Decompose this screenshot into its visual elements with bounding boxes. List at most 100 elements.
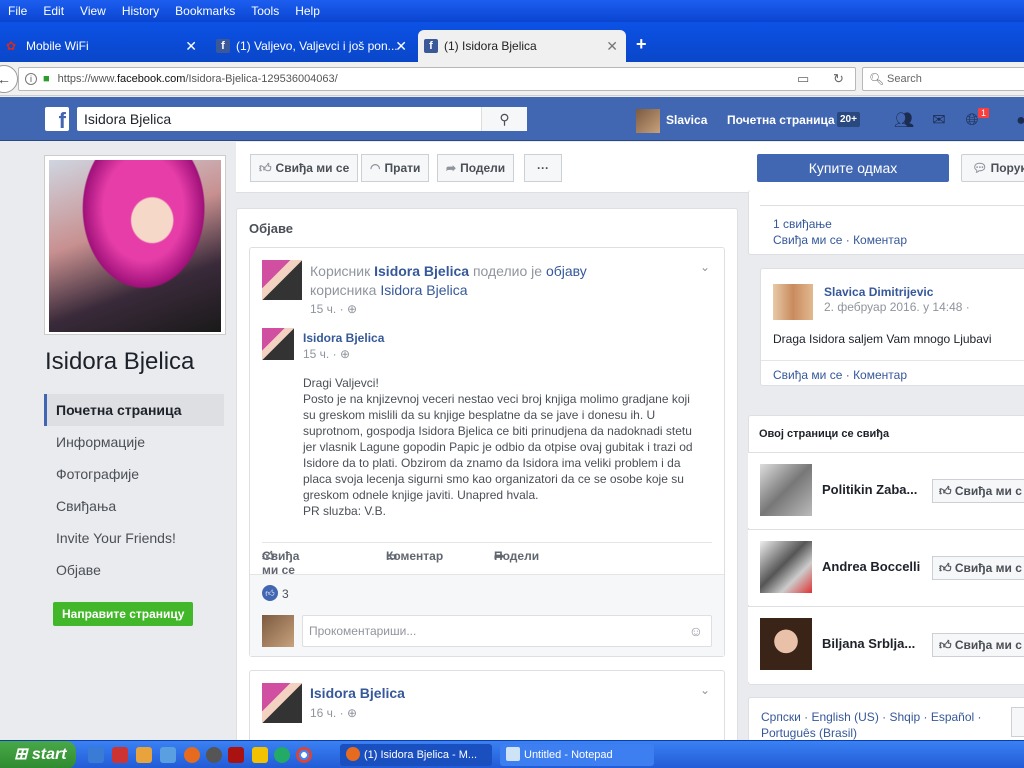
visitor-post-time[interactable]: 2. фебруар 2016. у 14:48 · bbox=[824, 299, 970, 315]
visitor-post-author[interactable]: Slavica Dimitrijevic bbox=[824, 284, 933, 300]
close-icon[interactable]: ✕ bbox=[606, 38, 618, 55]
language-links[interactable]: Српски · English (US) · Shqip · Español … bbox=[761, 709, 982, 725]
nav-posts[interactable]: Објаве bbox=[44, 554, 224, 586]
more-options-button[interactable]: ··· bbox=[524, 154, 562, 182]
taskbar-item-label: Untitled - Notepad bbox=[524, 749, 613, 761]
card-2-like-link[interactable]: Свиђа ми се bbox=[773, 368, 842, 382]
menu-tools[interactable]: Tools bbox=[243, 4, 287, 18]
back-arrow-icon[interactable]: ← bbox=[0, 65, 18, 93]
info-icon[interactable]: i bbox=[25, 73, 37, 85]
inner-post-timestamp[interactable]: 15 ч. · ⊕ bbox=[303, 346, 350, 362]
user-avatar[interactable] bbox=[636, 109, 660, 133]
profile-picture[interactable] bbox=[44, 155, 226, 335]
taskbar-item-firefox[interactable]: (1) Isidora Bjelica - M... bbox=[340, 744, 492, 766]
nav-photos[interactable]: Фотографије bbox=[44, 458, 224, 490]
menu-view[interactable]: View bbox=[72, 4, 114, 18]
nav-about[interactable]: Информације bbox=[44, 426, 224, 458]
menu-help[interactable]: Help bbox=[287, 4, 328, 18]
settings-icon[interactable] bbox=[206, 747, 222, 763]
nav-home[interactable]: Почетна страница bbox=[44, 394, 224, 426]
post-options-chevron-icon[interactable]: ⌄ bbox=[700, 683, 710, 697]
liked-page-name[interactable]: Biljana Srblja... bbox=[822, 636, 915, 651]
card-1-likes-count[interactable]: 1 свиђање bbox=[773, 216, 832, 232]
share-page-button[interactable]: ➦ Подели bbox=[437, 154, 515, 182]
follow-button[interactable]: ◠ Прати bbox=[361, 154, 430, 182]
new-tab-icon[interactable]: + bbox=[636, 34, 647, 55]
nav-invite-friends[interactable]: Invite Your Friends! bbox=[44, 522, 224, 554]
reload-icon[interactable]: ↻ bbox=[833, 71, 844, 87]
share-prefix: Корисник bbox=[310, 263, 375, 279]
post-2-author[interactable]: Isidora Bjelica bbox=[310, 685, 405, 701]
liked-page-thumbnail[interactable] bbox=[760, 618, 812, 670]
liked-page-like-button[interactable]: 👍︎ Свиђа ми с bbox=[932, 633, 1024, 657]
close-icon[interactable]: ✕ bbox=[395, 38, 407, 55]
app-icon[interactable] bbox=[274, 747, 290, 763]
liked-page-like-button[interactable]: 👍︎ Свиђа ми с bbox=[932, 479, 1024, 503]
message-button[interactable]: 💬︎ Порук bbox=[961, 154, 1024, 182]
menu-edit[interactable]: Edit bbox=[35, 4, 72, 18]
card-1-comment-link[interactable]: Коментар bbox=[853, 233, 907, 247]
tab-mobile-wifi[interactable]: ✿ Mobile WiFi ✕ bbox=[0, 30, 205, 62]
post-body-line: su greskom mislili da su knjige besplatn… bbox=[303, 408, 656, 422]
language-links-2[interactable]: Português (Brasil) bbox=[761, 725, 857, 741]
likes-count[interactable]: 3 bbox=[282, 586, 289, 602]
ie-icon[interactable] bbox=[88, 747, 104, 763]
card-1-like-link[interactable]: Свиђа ми се bbox=[773, 233, 842, 247]
url-bar[interactable]: i ■ https://www. facebook.com/Isidora-Bje… bbox=[18, 67, 856, 91]
buy-now-button[interactable]: Купите одмах bbox=[757, 154, 949, 182]
app-icon[interactable] bbox=[136, 747, 152, 763]
emoji-icon[interactable]: ☺ bbox=[689, 616, 703, 646]
app-icon[interactable] bbox=[252, 747, 268, 763]
share-source-author-link[interactable]: Isidora Bjelica bbox=[380, 282, 467, 298]
tab-isidora-bjelica[interactable]: f (1) Isidora Bjelica ✕ bbox=[418, 30, 626, 62]
posts-heading: Објаве bbox=[249, 221, 294, 236]
liked-page-like-label: Свиђа ми с bbox=[954, 484, 1022, 498]
search-icon[interactable]: ⚲ bbox=[481, 107, 527, 131]
internet-explorer-icon[interactable] bbox=[160, 747, 176, 763]
messenger-icon[interactable]: ✉︎ bbox=[928, 110, 950, 132]
close-icon[interactable]: ✕ bbox=[185, 38, 197, 55]
comment-input[interactable]: Прокоментариши... ☺ bbox=[302, 615, 712, 647]
post-2-avatar[interactable] bbox=[262, 683, 302, 723]
user-name-link[interactable]: Slavica bbox=[666, 113, 707, 127]
menu-bookmarks[interactable]: Bookmarks bbox=[167, 4, 243, 18]
menu-file[interactable]: File bbox=[0, 4, 35, 18]
liked-page-name[interactable]: Politikin Zaba... bbox=[822, 482, 917, 497]
inner-post-avatar[interactable] bbox=[262, 328, 294, 360]
start-button[interactable]: ⊞ start bbox=[0, 741, 76, 768]
inner-post-author[interactable]: Isidora Bjelica bbox=[303, 330, 384, 346]
post-options-chevron-icon[interactable]: ⌄ bbox=[700, 260, 710, 274]
tab-valjevo[interactable]: f (1) Valjevo, Valjevci i još pon... ✕ bbox=[210, 30, 415, 62]
app-icon[interactable] bbox=[228, 747, 244, 763]
nav-likes[interactable]: Свиђања bbox=[44, 490, 224, 522]
home-link[interactable]: Почетна страница bbox=[727, 113, 835, 127]
facebook-logo-icon[interactable]: f bbox=[45, 107, 69, 133]
browser-search-box[interactable]: 🔍︎ Search bbox=[862, 67, 1024, 91]
post-timestamp[interactable]: 15 ч. · ⊕ bbox=[310, 301, 357, 317]
post-share-label: Подели bbox=[494, 549, 540, 563]
liked-page-name[interactable]: Andrea Boccelli bbox=[822, 559, 920, 574]
taskbar-item-notepad[interactable]: Untitled - Notepad bbox=[500, 744, 654, 766]
friend-requests-icon[interactable]: 👥︎ bbox=[893, 110, 915, 132]
create-page-button[interactable]: Направите страницу bbox=[53, 602, 194, 626]
post-author-avatar[interactable] bbox=[262, 260, 302, 300]
like-page-button[interactable]: 👍︎ Свиђа ми се bbox=[250, 154, 359, 182]
app-icon[interactable] bbox=[112, 747, 128, 763]
menu-history[interactable]: History bbox=[114, 4, 167, 18]
liked-page-like-button[interactable]: 👍︎ Свиђа ми с bbox=[932, 556, 1024, 580]
help-icon[interactable]: ● bbox=[1010, 110, 1024, 132]
facebook-search-input[interactable]: Isidora Bjelica ⚲ bbox=[77, 107, 527, 131]
liked-page-thumbnail[interactable] bbox=[760, 464, 812, 516]
facebook-icon: f bbox=[216, 39, 230, 53]
add-language-button[interactable] bbox=[1011, 707, 1024, 737]
share-post-link[interactable]: објаву bbox=[546, 263, 587, 279]
reader-view-icon[interactable]: ▭ bbox=[797, 71, 809, 87]
page-name[interactable]: Isidora Bjelica bbox=[45, 348, 194, 376]
post-2-timestamp[interactable]: 16 ч. · ⊕ bbox=[310, 705, 357, 721]
liked-page-thumbnail[interactable] bbox=[760, 541, 812, 593]
share-author-link[interactable]: Isidora Bjelica bbox=[374, 263, 469, 279]
card-2-comment-link[interactable]: Коментар bbox=[853, 368, 907, 382]
firefox-icon[interactable] bbox=[184, 747, 200, 763]
chrome-icon[interactable] bbox=[296, 747, 312, 763]
visitor-post-thumbnail[interactable] bbox=[773, 284, 813, 320]
